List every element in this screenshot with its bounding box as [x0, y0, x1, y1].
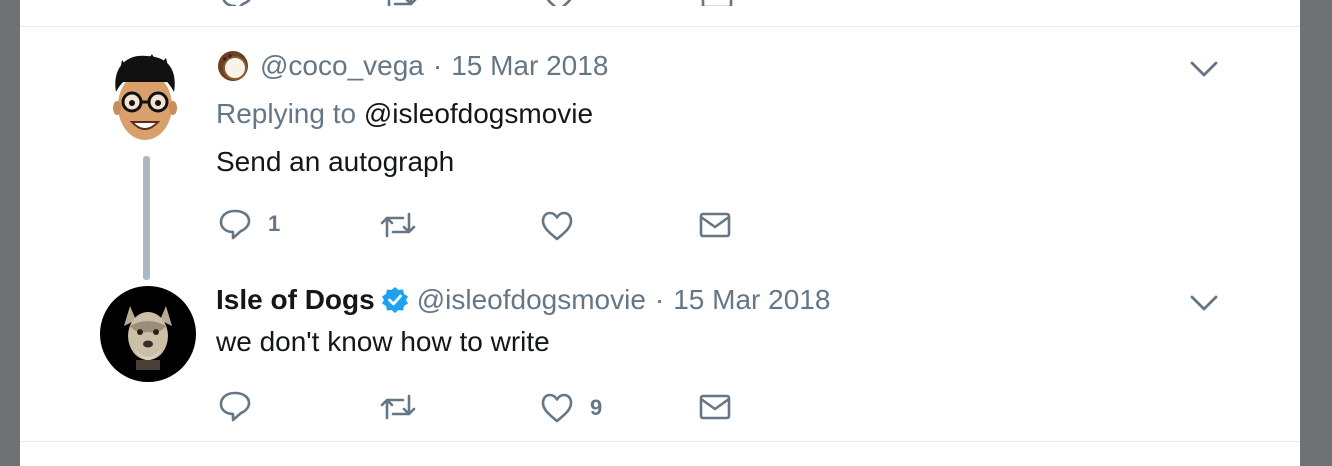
- retweet-action[interactable]: [380, 210, 432, 240]
- reply-icon[interactable]: [220, 0, 254, 6]
- reply-icon[interactable]: [218, 390, 252, 422]
- retweet-icon[interactable]: [382, 0, 418, 6]
- tweet-date[interactable]: 15 Mar 2018: [451, 50, 608, 82]
- previous-tweet-actions: [20, 0, 1300, 6]
- tweet-text: we don't know how to write: [216, 326, 550, 357]
- retweet-icon[interactable]: [380, 210, 416, 240]
- verified-badge-icon: [381, 287, 408, 313]
- like-icon[interactable]: [540, 210, 574, 242]
- separator: ·: [654, 284, 665, 315]
- retweet-icon[interactable]: [380, 392, 416, 422]
- like-count: 9: [590, 395, 603, 420]
- cartoon-face-with-glasses-avatar[interactable]: [110, 50, 180, 150]
- replying-to-mention[interactable]: @isleofdogsmovie: [364, 98, 593, 129]
- user-handle[interactable]: @coco_vega: [260, 50, 424, 82]
- chevron-down-icon[interactable]: [1188, 58, 1220, 80]
- tweet-header: @coco_vega · 15 Mar 2018: [216, 48, 608, 84]
- reply-action[interactable]: 1: [218, 208, 280, 240]
- message-icon[interactable]: [698, 211, 732, 239]
- replying-to-line: Replying to @isleofdogsmovie: [216, 98, 593, 130]
- like-action[interactable]: 9: [540, 392, 602, 424]
- top-divider: [20, 26, 1300, 27]
- tweet-header: Isle of Dogs @isleofdogsmovie · 15 Mar 2…: [216, 282, 830, 318]
- timeline-panel: @coco_vega · 15 Mar 2018 Replying to @is…: [20, 0, 1300, 466]
- message-icon[interactable]: [700, 0, 734, 6]
- retweet-action[interactable]: [380, 392, 432, 422]
- separator: ·: [432, 50, 443, 81]
- tweet-text: Send an autograph: [216, 146, 455, 177]
- replying-prefix: Replying to: [216, 98, 357, 129]
- thread-connector-line: [143, 156, 150, 280]
- user-handle[interactable]: @isleofdogsmovie: [417, 284, 646, 316]
- reply-icon[interactable]: [218, 208, 252, 240]
- message-icon[interactable]: [698, 393, 732, 421]
- display-name[interactable]: Isle of Dogs: [216, 284, 375, 316]
- dog-avatar[interactable]: [100, 286, 196, 382]
- reply-count: 1: [268, 211, 281, 236]
- like-action[interactable]: [540, 210, 590, 242]
- like-icon[interactable]: [542, 0, 576, 6]
- chevron-down-icon[interactable]: [1188, 292, 1220, 314]
- like-icon[interactable]: [540, 392, 574, 424]
- reply-action[interactable]: [218, 390, 268, 422]
- tweet-date[interactable]: 15 Mar 2018: [673, 284, 830, 316]
- message-action[interactable]: [698, 393, 732, 421]
- bottom-divider: [20, 441, 1300, 442]
- message-action[interactable]: [698, 211, 732, 239]
- coconut-emoji-icon: [218, 51, 248, 81]
